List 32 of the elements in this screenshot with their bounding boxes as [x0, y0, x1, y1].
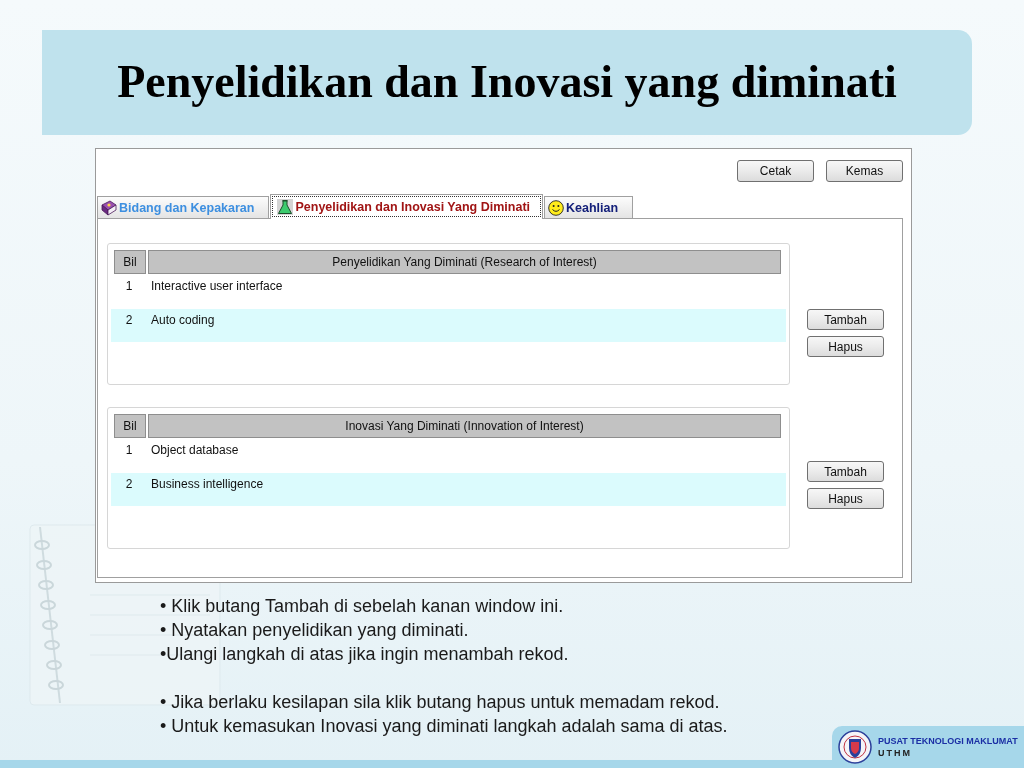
smiley-icon: [548, 199, 565, 216]
tab[interactable]: Keahlian: [544, 196, 634, 218]
table-cell-text: 2: [124, 477, 134, 492]
instruction-text: •Ulangi langkah di atas jika ingin menambah rekod.: [160, 643, 569, 666]
instruction-text: • Nyatakan penyelidikan yang diminati.: [160, 619, 469, 642]
column-header: Bil: [114, 414, 146, 438]
flask-icon: [277, 199, 294, 215]
instruction-text: • Jika berlaku kesilapan sila klik butang hapus untuk memadam rekod.: [160, 691, 720, 714]
tab[interactable]: Penyelidikan dan Inovasi Yang Diminati: [270, 194, 544, 219]
table-cell-text: Auto coding: [150, 313, 215, 328]
table-cell-text: 1: [124, 279, 134, 294]
instruction-text: • Untuk kemasukan Inovasi yang diminati langkah adalah sama di atas.: [160, 715, 728, 738]
toolbar-button[interactable]: Cetak: [737, 160, 814, 182]
action-button[interactable]: Hapus: [807, 336, 884, 357]
table-cell-text: Interactive user interface: [150, 279, 283, 294]
instruction-text: • Klik butang Tambah di sebelah kanan window ini.: [160, 595, 564, 618]
table-cell-text: Business intelligence: [150, 477, 264, 492]
emblem-icon: [838, 730, 872, 764]
slide-title: Penyelidikan dan Inovasi yang diminati: [117, 56, 897, 109]
logo-subtitle: UTHM: [878, 748, 912, 758]
table-cell-text: 2: [124, 313, 134, 328]
action-button[interactable]: Hapus: [807, 488, 884, 509]
action-button[interactable]: Tambah: [807, 461, 884, 482]
toolbar-button[interactable]: Kemas: [826, 160, 903, 182]
logo-title: PUSAT TEKNOLOGI MAKLUMAT: [878, 736, 1018, 746]
column-header: Inovasi Yang Diminati (Innovation of Interest): [148, 414, 781, 438]
table-cell-text: Object database: [150, 443, 239, 458]
column-header: Bil: [114, 250, 146, 274]
book-icon: [101, 199, 117, 216]
column-header: Penyelidikan Yang Diminati (Research of Interest): [148, 250, 781, 274]
action-button[interactable]: Tambah: [807, 309, 884, 330]
table-cell-text: 1: [124, 443, 134, 458]
